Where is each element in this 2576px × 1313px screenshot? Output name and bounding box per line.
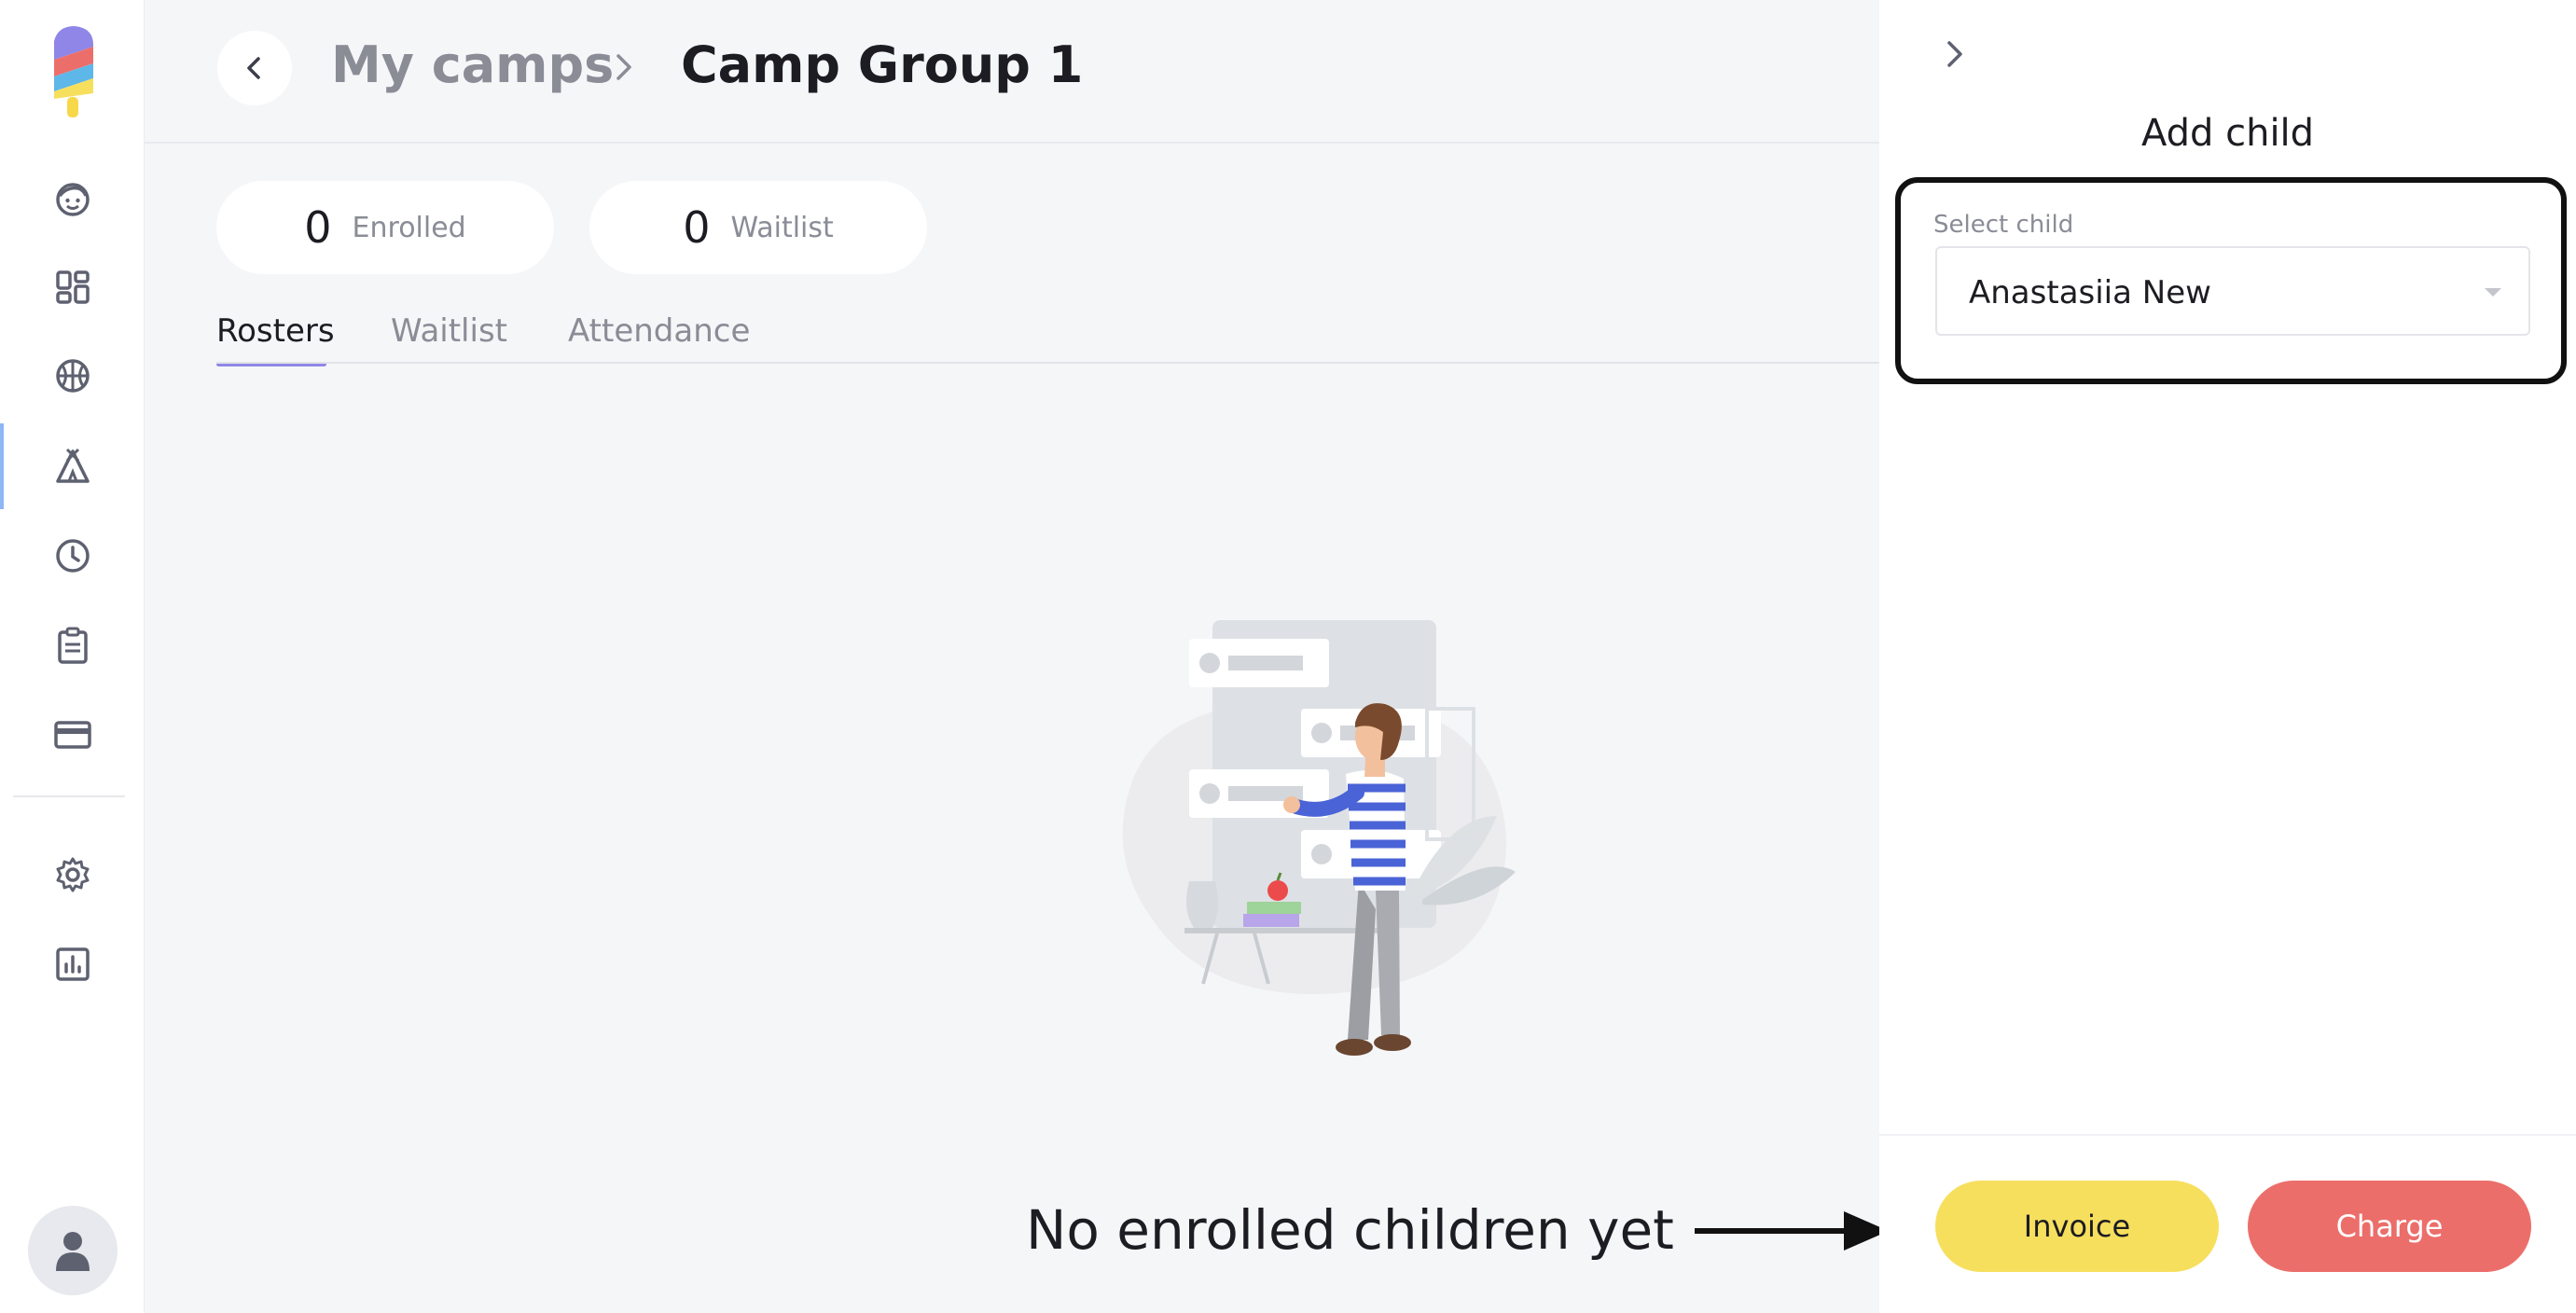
waitlist-count: 0 — [683, 202, 711, 253]
back-button[interactable] — [217, 31, 292, 105]
tab-attendance[interactable]: Attendance — [568, 312, 750, 350]
panel-title: Add child — [2140, 112, 2315, 155]
add-child-panel: Add child Select child Anastasiia New In… — [1879, 0, 2576, 1313]
credit-card-icon[interactable] — [47, 709, 99, 761]
enrolled-count: 0 — [304, 202, 332, 253]
caret-down-icon — [2484, 287, 2502, 298]
sidebar — [0, 0, 145, 1313]
chevron-right-icon — [611, 50, 637, 84]
page-header: My camps Camp Group 1 — [145, 0, 1879, 144]
clock-icon[interactable] — [47, 530, 99, 582]
collapse-panel-button[interactable] — [1941, 35, 1969, 73]
active-nav-indicator — [0, 423, 4, 509]
gear-icon[interactable] — [47, 849, 99, 901]
breadcrumb-my-camps[interactable]: My camps — [331, 35, 614, 94]
invoice-button[interactable]: Invoice — [1935, 1181, 2219, 1272]
waitlist-count-pill[interactable]: 0 Waitlist — [589, 181, 927, 274]
basketball-icon[interactable] — [47, 350, 99, 402]
app-logo-icon[interactable] — [47, 24, 97, 117]
dashboard-icon[interactable] — [47, 261, 99, 313]
tent-icon[interactable] — [47, 440, 99, 492]
select-child-label: Select child — [1933, 211, 2074, 239]
charge-button[interactable]: Charge — [2248, 1181, 2531, 1272]
panel-footer-divider — [1879, 1134, 2576, 1136]
page-title: Camp Group 1 — [681, 35, 1084, 94]
empty-state-message: No enrolled children yet — [1026, 1198, 1674, 1262]
sidebar-divider — [13, 795, 125, 797]
user-avatar[interactable] — [28, 1206, 118, 1295]
waitlist-label: Waitlist — [730, 211, 834, 244]
user-icon — [56, 1232, 90, 1271]
clipboard-icon[interactable] — [47, 619, 99, 671]
chevron-right-icon — [1947, 41, 1962, 67]
empty-state-illustration — [1096, 611, 1562, 1086]
tab-waitlist[interactable]: Waitlist — [391, 312, 507, 350]
child-face-icon[interactable] — [47, 173, 99, 226]
selected-child-value: Anastasiia New — [1969, 274, 2211, 311]
enrolled-count-pill[interactable]: 0 Enrolled — [216, 181, 554, 274]
chevron-left-icon — [247, 57, 260, 79]
select-child-dropdown[interactable]: Anastasiia New — [1935, 246, 2530, 336]
arrow-right-icon — [1693, 1208, 1893, 1254]
tabs-divider — [216, 362, 1879, 364]
enrolled-label: Enrolled — [352, 211, 466, 244]
report-chart-icon[interactable] — [47, 938, 99, 990]
tab-rosters[interactable]: Rosters — [216, 312, 335, 350]
